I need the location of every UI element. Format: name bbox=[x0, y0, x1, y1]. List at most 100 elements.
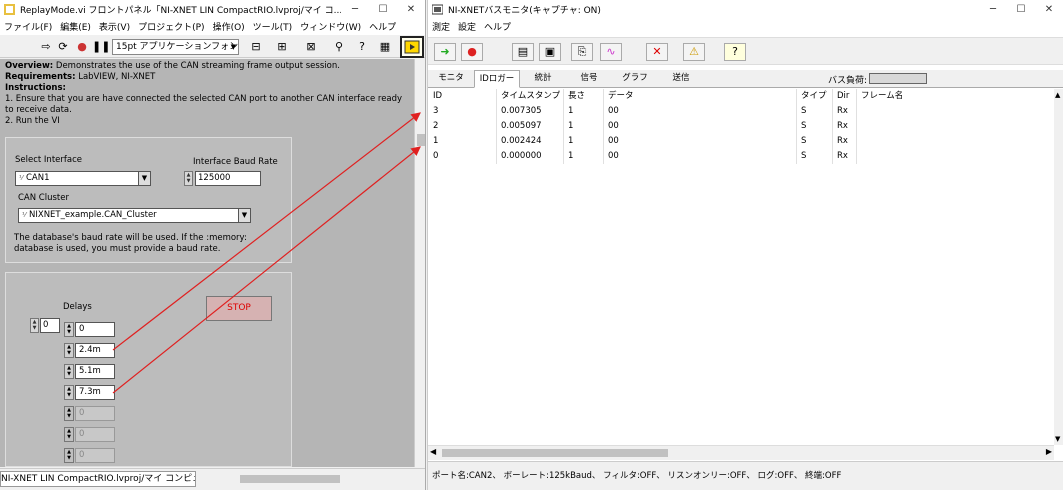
resize-objects-icon[interactable]: ⊠ bbox=[300, 39, 322, 55]
cell-length: 1 bbox=[568, 121, 574, 131]
delay-spinner[interactable]: ▲ ▼ bbox=[64, 322, 74, 337]
cell-dir: Rx bbox=[837, 136, 848, 146]
labview-titlebar: ReplayMode.vi フロントパネル「NI-XNET LIN Compac… bbox=[0, 0, 425, 18]
tab-transmit[interactable]: 送信 bbox=[658, 70, 704, 88]
minimize-button[interactable]: ─ bbox=[341, 4, 369, 15]
tab-monitor[interactable]: モニタ bbox=[428, 70, 474, 88]
menu-help[interactable]: ヘルプ bbox=[365, 20, 400, 33]
menu-measure[interactable]: 測定 bbox=[428, 20, 454, 33]
cell-data: 00 bbox=[608, 136, 619, 146]
chevron-down-icon[interactable]: ▼ bbox=[1055, 435, 1060, 443]
cell-timestamp: 0.007305 bbox=[501, 106, 542, 116]
waveform-icon[interactable]: ∿ bbox=[600, 43, 622, 61]
menu-help[interactable]: ヘルプ bbox=[480, 20, 515, 33]
baud-rate-spinner[interactable]: ▲ ▼ bbox=[184, 171, 193, 186]
delay-element[interactable]: 0 bbox=[75, 448, 115, 463]
chevron-down-icon[interactable]: ▼ bbox=[138, 172, 150, 185]
clear-log-icon[interactable]: ▤ bbox=[512, 43, 534, 61]
close-button[interactable]: ✕ bbox=[397, 4, 425, 15]
font-select[interactable]: 15pt アプリケーションフォント ▼ bbox=[112, 39, 239, 55]
delay-element[interactable]: 5.1m bbox=[75, 364, 115, 379]
monitor-vertical-scrollbar[interactable]: ▲ ▼ bbox=[1054, 89, 1063, 445]
menu-operate[interactable]: 操作(O) bbox=[209, 20, 249, 33]
delay-element[interactable]: 0 bbox=[75, 427, 115, 442]
delay-spinner[interactable]: ▲ ▼ bbox=[64, 343, 74, 358]
run-continuous-icon[interactable]: ⟳ bbox=[55, 39, 71, 55]
chevron-down-icon[interactable]: ▼ bbox=[238, 209, 250, 222]
run-arrow-icon[interactable]: ⇨ bbox=[38, 39, 54, 55]
menu-edit[interactable]: 編集(E) bbox=[56, 20, 95, 33]
tab-statistics[interactable]: 統計 bbox=[520, 70, 566, 88]
menu-project[interactable]: プロジェクト(P) bbox=[134, 20, 208, 33]
baud-rate-input[interactable]: 125000 bbox=[195, 171, 261, 186]
column-header-dir[interactable]: Dir bbox=[832, 89, 849, 104]
minimize-button[interactable]: ─ bbox=[979, 4, 1007, 15]
table-row[interactable]: 3 0.007305 1 00 S Rx bbox=[428, 104, 1054, 119]
align-objects-icon[interactable]: ⊟ bbox=[246, 39, 266, 55]
stop-button[interactable]: STOP bbox=[206, 296, 272, 321]
column-header-data[interactable]: データ bbox=[603, 89, 634, 104]
close-x-icon[interactable]: ✕ bbox=[646, 43, 668, 61]
start-icon[interactable]: ➜ bbox=[434, 43, 456, 61]
array-index-spinner[interactable]: ▲ ▼ bbox=[30, 318, 39, 333]
labview-vertical-scrollbar[interactable] bbox=[414, 59, 425, 467]
table-row[interactable]: 1 0.002424 1 00 S Rx bbox=[428, 134, 1054, 149]
abort-icon[interactable]: ● bbox=[74, 39, 90, 55]
cell-data: 00 bbox=[608, 121, 619, 131]
close-button[interactable]: ✕ bbox=[1035, 4, 1063, 15]
warning-icon[interactable]: ⚠ bbox=[683, 43, 705, 61]
cell-dir: Rx bbox=[837, 151, 848, 161]
delay-spinner[interactable]: ▲ ▼ bbox=[64, 406, 74, 421]
record-icon[interactable]: ● bbox=[461, 43, 483, 61]
table-row[interactable]: 0 0.000000 1 00 S Rx bbox=[428, 149, 1054, 164]
tab-id-logger[interactable]: IDロガー bbox=[474, 70, 520, 88]
delay-spinner[interactable]: ▲ ▼ bbox=[64, 427, 74, 442]
delay-spinner[interactable]: ▲ ▼ bbox=[64, 364, 74, 379]
save-icon[interactable]: ▣ bbox=[539, 43, 561, 61]
chevron-left-icon[interactable]: ◀ bbox=[430, 447, 436, 456]
tab-signals[interactable]: 信号 bbox=[566, 70, 612, 88]
menu-window[interactable]: ウィンドウ(W) bbox=[296, 20, 365, 33]
delay-element[interactable]: 0 bbox=[75, 406, 115, 421]
bus-load-bar bbox=[869, 73, 927, 84]
maximize-button[interactable]: ☐ bbox=[369, 4, 397, 15]
distribute-objects-icon[interactable]: ⊞ bbox=[272, 39, 292, 55]
column-header-type[interactable]: タイプ bbox=[796, 89, 827, 104]
interface-select[interactable]: ⅟ CAN1 ▼ bbox=[15, 171, 151, 186]
bus-monitor-app-icon bbox=[432, 4, 443, 14]
scroll-thumb[interactable] bbox=[240, 475, 340, 483]
table-row[interactable]: 2 0.005097 1 00 S Rx bbox=[428, 119, 1054, 134]
menu-tools[interactable]: ツール(T) bbox=[249, 20, 297, 33]
array-index-input[interactable]: 0 bbox=[40, 318, 60, 333]
chevron-up-icon[interactable]: ▲ bbox=[1055, 91, 1060, 99]
cluster-select[interactable]: ⅟ NIXNET_example.CAN_Cluster ▼ bbox=[18, 208, 251, 223]
delay-element[interactable]: 2.4m bbox=[75, 343, 115, 358]
delay-element[interactable]: 7.3m bbox=[75, 385, 115, 400]
delay-spinner[interactable]: ▲ ▼ bbox=[64, 448, 74, 463]
cell-id: 1 bbox=[433, 136, 439, 146]
menu-file[interactable]: ファイル(F) bbox=[0, 20, 56, 33]
column-header-id[interactable]: ID bbox=[428, 89, 442, 104]
scroll-thumb[interactable] bbox=[417, 134, 425, 146]
cell-data: 00 bbox=[608, 151, 619, 161]
maximize-button[interactable]: ☐ bbox=[1007, 4, 1035, 15]
labview-horizontal-scrollbar[interactable] bbox=[200, 473, 414, 485]
delay-spinner[interactable]: ▲ ▼ bbox=[64, 385, 74, 400]
menu-view[interactable]: 表示(V) bbox=[95, 20, 134, 33]
column-header-length[interactable]: 長さ bbox=[563, 89, 585, 104]
pause-icon[interactable]: ❚❚ bbox=[92, 39, 110, 55]
scroll-thumb[interactable] bbox=[442, 449, 668, 457]
cluster-label: CAN Cluster bbox=[18, 193, 69, 203]
monitor-horizontal-scrollbar[interactable]: ◀ ▶ bbox=[428, 445, 1054, 460]
column-header-timestamp[interactable]: タイムスタンプ bbox=[496, 89, 560, 104]
export-icon[interactable]: ⎘ bbox=[571, 43, 593, 61]
column-header-frame-name[interactable]: フレーム名 bbox=[856, 89, 903, 104]
help-icon[interactable]: ? bbox=[724, 43, 746, 61]
tab-graph[interactable]: グラフ bbox=[612, 70, 658, 88]
delay-element[interactable]: 0 bbox=[75, 322, 115, 337]
menu-settings[interactable]: 設定 bbox=[454, 20, 480, 33]
context-help-icon[interactable]: ? bbox=[355, 39, 369, 55]
overview-label: Overview: bbox=[5, 61, 54, 71]
chevron-right-icon[interactable]: ▶ bbox=[1046, 447, 1052, 456]
search-icon[interactable]: ⚲ bbox=[330, 39, 348, 55]
